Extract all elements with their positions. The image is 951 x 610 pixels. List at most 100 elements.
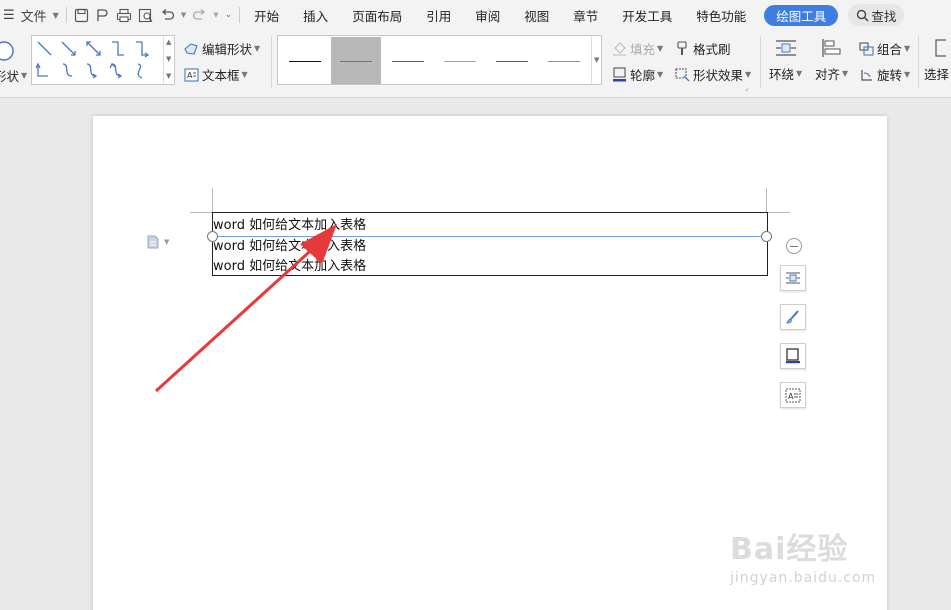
resize-handle[interactable]: [761, 231, 772, 242]
print-icon[interactable]: [113, 4, 135, 26]
shape-effects-label: 形状效果: [693, 68, 744, 83]
gallery-scrollbar[interactable]: ▼: [591, 36, 601, 84]
connector-shape-gallery[interactable]: ▲ ▼ ▼: [31, 35, 175, 85]
save-icon[interactable]: [71, 4, 92, 26]
tab-insert[interactable]: 插入: [291, 0, 340, 30]
circle-shape-icon: [0, 41, 14, 61]
format-painter-icon: [674, 41, 690, 57]
connector-shapes-icon: [35, 41, 150, 79]
baidu-jingyan-watermark: Bai经验 jingyan.baidu.com: [730, 524, 876, 586]
crop-mark: [766, 188, 767, 212]
line-style-option[interactable]: [487, 37, 537, 84]
chevron-down-icon: ▼: [241, 70, 248, 79]
edit-shape-button[interactable]: 编辑形状 ▼: [183, 39, 260, 58]
chevron-down-icon: ▼: [21, 71, 28, 80]
line-style-gallery[interactable]: ▼: [277, 35, 602, 85]
text-box-icon: A: [183, 67, 199, 83]
layout-options-icon: [786, 272, 800, 284]
align-button[interactable]: 对齐 ▼: [815, 38, 848, 83]
search-button[interactable]: 查找: [848, 4, 905, 26]
watermark-url: jingyan.baidu.com: [730, 570, 877, 586]
tab-section[interactable]: 章节: [561, 0, 610, 30]
line-sample: [340, 61, 372, 62]
group-icon: [858, 41, 874, 57]
line-style-option[interactable]: [280, 37, 330, 84]
line-style-option[interactable]: [331, 37, 381, 84]
tab-developer[interactable]: 开发工具: [610, 0, 684, 30]
selected-line-shape[interactable]: [212, 236, 768, 237]
line-style-option[interactable]: [539, 37, 589, 84]
file-menu-chevron-icon[interactable]: ▼: [50, 4, 62, 26]
outline-button[interactable]: 轮廓 ▼: [611, 65, 663, 84]
drawing-tools-ribbon: 形状 ▼ ▲ ▼ ▼ 编辑形状 ▼ A 文本框 ▼ ▼ 填充 ▼ 轮廓 ▼ 格式…: [0, 30, 951, 98]
shape-style-button[interactable]: [780, 304, 806, 330]
tab-drawing-tools[interactable]: 绘图工具: [764, 4, 839, 26]
divider: [918, 36, 919, 88]
collapse-toolbar-button[interactable]: [786, 238, 802, 254]
edit-shape-icon: [183, 41, 199, 57]
redo-chevron-icon[interactable]: ▼: [210, 4, 221, 26]
resize-handle[interactable]: [207, 231, 218, 242]
layout-options-button[interactable]: [780, 265, 806, 291]
line-style-option[interactable]: [383, 37, 433, 84]
export-pdf-icon[interactable]: [92, 4, 113, 26]
svg-text:A: A: [187, 71, 193, 80]
search-icon: [857, 9, 869, 22]
file-menu[interactable]: 文件: [18, 4, 50, 26]
text-box-label: 文本框: [202, 68, 240, 83]
print-preview-icon[interactable]: [135, 4, 157, 26]
line-style-option[interactable]: [435, 37, 485, 84]
redo-icon[interactable]: [189, 4, 210, 26]
select-pane-button[interactable]: 选择: [924, 38, 949, 83]
edit-shape-label: 编辑形状: [202, 42, 253, 57]
search-label: 查找: [871, 8, 897, 24]
paragraph-options[interactable]: ▼: [147, 235, 169, 249]
shape-outline-button[interactable]: [780, 343, 806, 369]
tab-references[interactable]: 引用: [414, 0, 463, 30]
table-row[interactable]: word 如何给文本加入表格: [213, 235, 366, 254]
crop-mark: [212, 188, 213, 212]
text-box-button[interactable]: A 文本框 ▼: [183, 65, 248, 84]
line-sample: [444, 61, 476, 62]
minus-icon: [790, 245, 798, 247]
shape-effects-button[interactable]: 形状效果 ▼: [674, 65, 751, 84]
scroll-down-icon[interactable]: ▼: [166, 55, 171, 63]
wrap-button[interactable]: 环绕 ▼: [769, 38, 802, 83]
tab-home[interactable]: 开始: [242, 0, 291, 30]
svg-text:A: A: [788, 392, 794, 401]
more-styles-icon[interactable]: ▼: [594, 56, 599, 64]
more-shapes-icon[interactable]: ▼: [166, 72, 171, 80]
shape-button[interactable]: 形状 ▼: [0, 40, 27, 85]
dialog-launcher-icon[interactable]: ⌟: [745, 84, 748, 92]
paint-bucket-icon: [611, 41, 627, 57]
format-painter-button[interactable]: 格式刷: [674, 39, 731, 58]
shape-text-button[interactable]: A: [780, 382, 806, 408]
crop-mark: [190, 212, 212, 213]
gallery-scrollbar[interactable]: ▲ ▼ ▼: [163, 36, 174, 84]
line-sample: [392, 61, 424, 62]
divider: [65, 7, 67, 23]
chevron-down-icon: ▼: [796, 69, 803, 78]
group-button[interactable]: 组合 ▼: [858, 39, 910, 58]
fill-button[interactable]: 填充 ▼: [611, 39, 663, 58]
paint-brush-icon: [785, 310, 799, 324]
divider: [239, 7, 241, 23]
watermark-brand: Bai经验: [730, 532, 849, 567]
tab-page-layout[interactable]: 页面布局: [340, 0, 414, 30]
shape-label: 形状: [0, 69, 20, 84]
scroll-up-icon[interactable]: ▲: [166, 38, 171, 46]
tab-view[interactable]: 视图: [512, 0, 561, 30]
tab-review[interactable]: 审阅: [463, 0, 512, 30]
table-row[interactable]: word 如何给文本加入表格: [213, 255, 366, 274]
customize-toolbar-chevron-icon[interactable]: ⌄: [222, 4, 236, 26]
hamburger-menu-icon[interactable]: ☰: [0, 4, 18, 26]
undo-icon[interactable]: [157, 4, 178, 26]
line-sample: [548, 61, 580, 62]
undo-chevron-icon[interactable]: ▼: [178, 4, 189, 26]
chevron-down-icon: ▼: [904, 44, 911, 53]
tab-special-features[interactable]: 特色功能: [684, 0, 758, 30]
rotate-button[interactable]: 旋转 ▼: [858, 65, 910, 84]
selection-pane-icon: [935, 39, 946, 57]
outline-label: 轮廓: [630, 68, 656, 83]
table-row[interactable]: word 如何给文本加入表格: [213, 214, 366, 233]
